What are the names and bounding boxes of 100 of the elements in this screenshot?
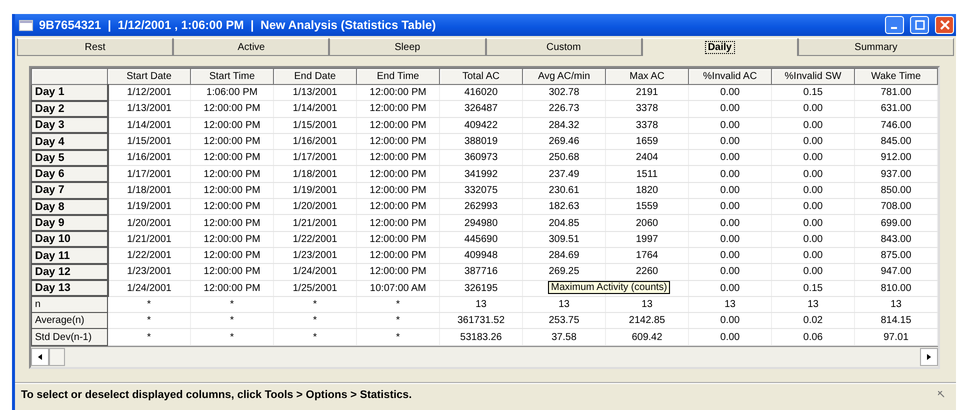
table-cell: 1/17/2001	[108, 166, 190, 182]
table-cell: 0.00	[772, 231, 854, 248]
column-header[interactable]: End Time	[356, 68, 440, 84]
scroll-left-button[interactable]	[31, 348, 49, 366]
table-cell: 284.69	[522, 247, 606, 264]
column-header[interactable]: %Invalid SW	[772, 68, 854, 84]
table-cell: 0.00	[688, 328, 772, 346]
table-cell: 0.00	[688, 133, 772, 150]
table-cell: 845.00	[854, 133, 938, 150]
table-cell: 12:00:00 PM	[356, 198, 440, 215]
table-cell: 746.00	[854, 117, 938, 134]
table-cell: 12:00:00 PM	[356, 166, 440, 182]
day-row-header[interactable]: Day 3	[32, 117, 108, 134]
table-cell: 0.00	[688, 214, 772, 232]
tab[interactable]: Rest	[17, 38, 174, 56]
tooltip: Maximum Activity (counts)	[548, 281, 670, 294]
summary-row-header: n	[32, 296, 108, 313]
table-cell: 810.00	[854, 280, 938, 296]
column-header[interactable]: %Invalid AC	[688, 68, 772, 84]
table-cell: 326487	[440, 100, 522, 118]
table-cell: 1/21/2001	[108, 231, 190, 248]
table-cell: 0.00	[772, 100, 854, 118]
table-cell: 12:00:00 PM	[356, 84, 440, 101]
table-cell: 1/17/2001	[274, 150, 356, 166]
column-header[interactable]: Total AC	[440, 68, 522, 84]
tab[interactable]: Summary	[798, 38, 954, 56]
table-cell: 0.02	[772, 312, 854, 329]
table-cell: 12:00:00 PM	[190, 198, 274, 215]
table-cell: 0.00	[772, 264, 854, 280]
table-cell: 12:00:00 PM	[356, 100, 440, 118]
table-cell: 609.42	[606, 328, 688, 346]
day-row-header[interactable]: Day 10	[32, 231, 108, 248]
table-cell: 284.32	[522, 117, 606, 134]
column-header[interactable]: Avg AC/min	[522, 68, 606, 84]
table-cell: 12:00:00 PM	[190, 166, 274, 182]
minimize-button[interactable]	[885, 16, 904, 34]
table-cell: 2260	[606, 264, 688, 280]
day-row-header[interactable]: Day 11	[32, 247, 108, 264]
maximize-button[interactable]	[910, 16, 929, 34]
table-cell: 0.00	[688, 182, 772, 199]
table-cell: 12:00:00 PM	[356, 150, 440, 166]
table-cell: 237.49	[522, 166, 606, 182]
table-cell: 13	[772, 296, 854, 313]
table-cell: 445690	[440, 231, 522, 248]
table-cell: *	[190, 296, 274, 313]
table-cell: 309.51	[522, 231, 606, 248]
table-cell: 0.00	[688, 312, 772, 329]
day-row-header[interactable]: Day 4	[32, 133, 108, 150]
day-row-header[interactable]: Day 1	[32, 84, 108, 101]
table-cell: *	[108, 328, 190, 346]
table-cell: *	[274, 312, 356, 329]
table-cell: 1/14/2001	[274, 100, 356, 118]
table-cell: 12:00:00 PM	[190, 150, 274, 166]
table-cell: 0.00	[772, 150, 854, 166]
table-cell: 1/19/2001	[274, 182, 356, 199]
tab[interactable]: Custom	[486, 38, 642, 56]
table-cell: *	[108, 296, 190, 313]
scroll-thumb[interactable]	[49, 348, 65, 366]
maximize-icon	[914, 20, 924, 30]
table-cell: 12:00:00 PM	[356, 182, 440, 199]
table-cell: 937.00	[854, 166, 938, 182]
day-row-header[interactable]: Day 13	[32, 280, 108, 296]
table-cell: 631.00	[854, 100, 938, 118]
table-cell: 12:00:00 PM	[190, 117, 274, 134]
table-cell: 875.00	[854, 247, 938, 264]
table-cell: 0.00	[772, 214, 854, 232]
table-cell: 1820	[606, 182, 688, 199]
day-row-header[interactable]: Day 7	[32, 182, 108, 199]
tab[interactable]: Daily	[642, 38, 798, 56]
table-cell: 3378	[606, 117, 688, 134]
scroll-right-button[interactable]	[920, 348, 938, 366]
table-cell: 1/15/2001	[108, 133, 190, 150]
table-cell: 1/22/2001	[274, 231, 356, 248]
table-cell: 13	[854, 296, 938, 313]
horizontal-scrollbar[interactable]	[31, 346, 938, 367]
tab[interactable]: Sleep	[329, 38, 486, 56]
table-cell: 912.00	[854, 150, 938, 166]
column-header[interactable]: Max AC	[606, 68, 688, 84]
table-cell: 0.00	[772, 247, 854, 264]
table-cell: 12:00:00 PM	[356, 231, 440, 248]
table-cell: 2142.85	[606, 312, 688, 329]
column-header[interactable]: Start Date	[108, 68, 190, 84]
column-header[interactable]: Wake Time	[854, 68, 938, 84]
table-cell: 12:00:00 PM	[356, 247, 440, 264]
tab[interactable]: Active	[173, 38, 330, 56]
table-cell: 1/20/2001	[274, 198, 356, 215]
left-arrow-icon	[38, 354, 42, 360]
column-header[interactable]: End Date	[274, 68, 356, 84]
column-header[interactable]: Start Time	[190, 68, 274, 84]
table-cell: 409948	[440, 247, 522, 264]
table-cell: 387716	[440, 264, 522, 280]
close-button[interactable]	[935, 16, 954, 34]
table-cell: 13	[440, 296, 522, 313]
window-icon	[19, 20, 33, 30]
table-cell: 0.00	[772, 182, 854, 199]
table-cell: 1/13/2001	[274, 84, 356, 101]
table-cell: 12:00:00 PM	[356, 264, 440, 280]
table-cell: 0.00	[688, 84, 772, 101]
table-cell: 1:06:00 PM	[190, 84, 274, 101]
table-cell: 0.00	[688, 117, 772, 134]
